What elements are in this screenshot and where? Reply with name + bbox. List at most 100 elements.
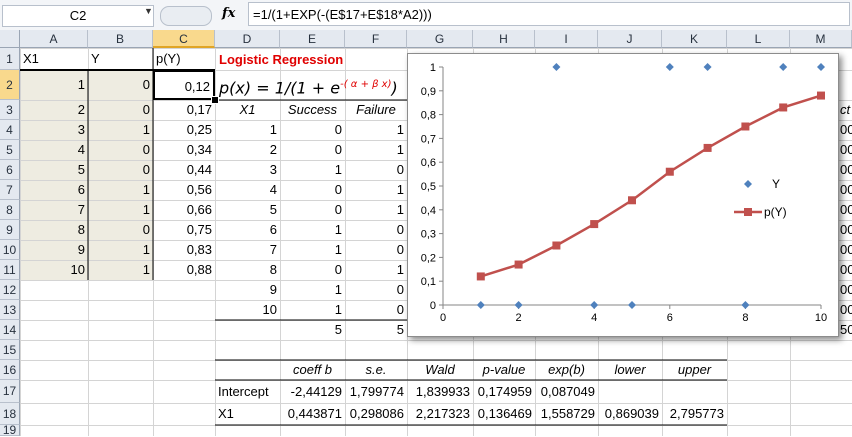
partial-value-cell[interactable]: 00 xyxy=(837,220,852,240)
row-header-11[interactable]: 11 xyxy=(0,260,20,280)
row-header-4[interactable]: 4 xyxy=(0,120,20,140)
table-x1-cell[interactable]: 9 xyxy=(215,280,280,300)
y-value-cell[interactable]: 1 xyxy=(88,260,153,280)
column-header-a[interactable]: A xyxy=(20,30,88,48)
coef-header-cell[interactable]: coeff b xyxy=(280,360,345,380)
py-value-cell[interactable]: 0,83 xyxy=(153,240,215,260)
row-header-17[interactable]: 17 xyxy=(0,380,20,403)
table-x1-cell[interactable]: 3 xyxy=(215,160,280,180)
coef-value-cell[interactable] xyxy=(662,380,727,403)
formula-bar-resize-handle[interactable] xyxy=(160,6,212,26)
y-value-cell[interactable]: 0 xyxy=(88,220,153,240)
logistic-chart[interactable]: 0 0,1 0,2 0,3 0,4 0,5 0,6 0,7 0,8 0,9 1 0 2 4 6 8 10 Yp(Y… xyxy=(407,53,839,337)
table-x1-cell[interactable]: 7 xyxy=(215,240,280,260)
x1-value-cell[interactable]: 4 xyxy=(20,140,88,160)
column-header-m[interactable]: M xyxy=(790,30,852,48)
table-x1-cell[interactable]: 6 xyxy=(215,220,280,240)
table-x1-cell[interactable]: 10 xyxy=(215,300,280,320)
x1-value-cell[interactable]: 1 xyxy=(20,70,88,100)
table-header-success[interactable]: Success xyxy=(280,100,345,120)
table-failure-cell[interactable]: 0 xyxy=(345,160,407,180)
y-value-cell[interactable]: 0 xyxy=(88,100,153,120)
column-header-h[interactable]: H xyxy=(473,30,535,48)
coef-value-cell[interactable]: 1,558729 xyxy=(535,403,598,425)
column-header-e[interactable]: E xyxy=(280,30,345,48)
y-value-cell[interactable]: 1 xyxy=(88,120,153,140)
table-success-cell[interactable]: 0 xyxy=(280,260,345,280)
formula-input[interactable]: =1/(1+EXP(-(E$17+E$18*A2))) xyxy=(248,2,850,26)
row-header-8[interactable]: 8 xyxy=(0,200,20,220)
coef-value-cell[interactable]: 0,298086 xyxy=(345,403,407,425)
x1-value-cell[interactable]: 5 xyxy=(20,160,88,180)
partial-value-cell[interactable]: 00 xyxy=(837,260,852,280)
coef-header-cell[interactable]: upper xyxy=(662,360,727,380)
selected-cell-c2[interactable]: 0,12 xyxy=(153,70,215,100)
table-failure-cell[interactable]: 0 xyxy=(345,220,407,240)
table-success-cell[interactable]: 1 xyxy=(280,220,345,240)
partial-value-cell[interactable]: 00 xyxy=(837,160,852,180)
coef-row-label[interactable]: X1 xyxy=(215,403,280,425)
coef-value-cell[interactable]: 1,839933 xyxy=(407,380,473,403)
header-y-cell[interactable]: Y xyxy=(88,48,153,70)
table-failure-cell[interactable]: 1 xyxy=(345,200,407,220)
y-value-cell[interactable]: 0 xyxy=(88,70,153,100)
y-value-cell[interactable]: 1 xyxy=(88,200,153,220)
table-x1-cell[interactable]: 2 xyxy=(215,140,280,160)
x1-value-cell[interactable]: 2 xyxy=(20,100,88,120)
coef-header-cell[interactable]: Wald xyxy=(407,360,473,380)
table-failure-cell[interactable]: 0 xyxy=(345,300,407,320)
py-value-cell[interactable]: 0,44 xyxy=(153,160,215,180)
table-success-cell[interactable]: 0 xyxy=(280,120,345,140)
coef-header-cell[interactable]: s.e. xyxy=(345,360,407,380)
py-value-cell[interactable]: 0,56 xyxy=(153,180,215,200)
partial-value-cell[interactable]: 00 xyxy=(837,280,852,300)
y-value-cell[interactable]: 0 xyxy=(88,140,153,160)
coef-value-cell[interactable]: 2,217323 xyxy=(407,403,473,425)
row-header-14[interactable]: 14 xyxy=(0,320,20,340)
table-x1-cell[interactable]: 8 xyxy=(215,260,280,280)
success-total-cell[interactable]: 5 xyxy=(280,320,345,340)
coef-value-cell[interactable]: 2,795773 xyxy=(662,403,727,425)
table-failure-cell[interactable]: 0 xyxy=(345,280,407,300)
table-failure-cell[interactable]: 1 xyxy=(345,260,407,280)
coef-value-cell[interactable]: 0,174959 xyxy=(473,380,535,403)
column-header-g[interactable]: G xyxy=(407,30,473,48)
row-header-12[interactable]: 12 xyxy=(0,280,20,300)
column-header-k[interactable]: K xyxy=(662,30,727,48)
partial-value-cell[interactable]: 00 xyxy=(837,120,852,140)
x1-value-cell[interactable]: 7 xyxy=(20,200,88,220)
table-x1-cell[interactable]: 1 xyxy=(215,120,280,140)
x1-value-cell[interactable]: 6 xyxy=(20,180,88,200)
y-value-cell[interactable]: 1 xyxy=(88,180,153,200)
coef-value-cell[interactable]: 1,799774 xyxy=(345,380,407,403)
column-header-l[interactable]: L xyxy=(727,30,790,48)
partial-value-cell[interactable]: 00 xyxy=(837,300,852,320)
insert-function-icon[interactable]: fx xyxy=(222,6,235,21)
row-header-13[interactable]: 13 xyxy=(0,300,20,320)
coef-value-cell[interactable]: 0,869039 xyxy=(598,403,662,425)
header-py-cell[interactable]: p(Y) xyxy=(153,48,215,70)
row-header-18[interactable]: 18 xyxy=(0,403,20,425)
table-x1-cell[interactable]: 4 xyxy=(215,180,280,200)
coef-header-cell[interactable]: exp(b) xyxy=(535,360,598,380)
y-value-cell[interactable]: 1 xyxy=(88,240,153,260)
py-value-cell[interactable]: 0,88 xyxy=(153,260,215,280)
y-value-cell[interactable]: 0 xyxy=(88,160,153,180)
column-header-d[interactable]: D xyxy=(215,30,280,48)
table-header-failure[interactable]: Failure xyxy=(345,100,407,120)
coef-value-cell[interactable]: 0,443871 xyxy=(280,403,345,425)
coef-header-cell[interactable]: lower xyxy=(598,360,662,380)
table-success-cell[interactable]: 0 xyxy=(280,180,345,200)
header-x1-cell[interactable]: X1 xyxy=(20,48,88,70)
coef-value-cell[interactable]: 0,136469 xyxy=(473,403,535,425)
name-box-dropdown-icon[interactable]: ▼ xyxy=(144,6,153,16)
failure-total-cell[interactable]: 5 xyxy=(345,320,407,340)
coef-row-label[interactable]: Intercept xyxy=(215,380,280,403)
py-value-cell[interactable]: 0,17 xyxy=(153,100,215,120)
row-header-15[interactable]: 15 xyxy=(0,340,20,360)
row-header-6[interactable]: 6 xyxy=(0,160,20,180)
row-header-5[interactable]: 5 xyxy=(0,140,20,160)
py-value-cell[interactable]: 0,66 xyxy=(153,200,215,220)
coef-value-cell[interactable]: -2,44129 xyxy=(280,380,345,403)
row-header-7[interactable]: 7 xyxy=(0,180,20,200)
